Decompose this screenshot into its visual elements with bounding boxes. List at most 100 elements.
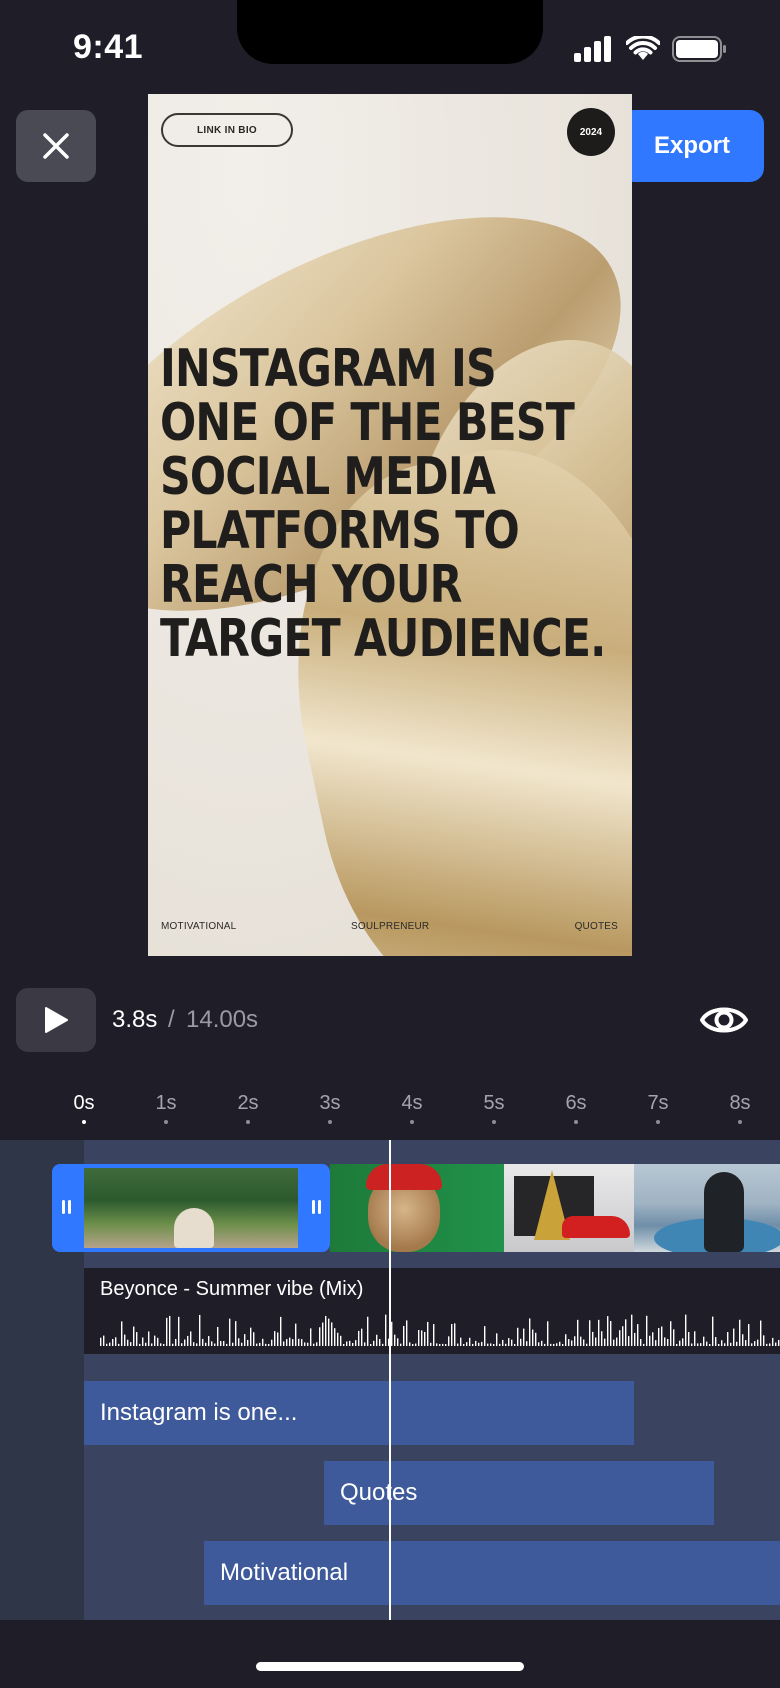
waveform-bar	[250, 1327, 252, 1346]
waveform-bar	[631, 1314, 633, 1346]
clip-trim-handle-right[interactable]	[310, 1194, 322, 1220]
waveform-bar	[100, 1337, 102, 1346]
waveform-bar	[514, 1343, 516, 1346]
waveform-bar	[718, 1343, 720, 1346]
headline-line: REACH YOUR	[160, 555, 462, 615]
waveform-bar	[364, 1342, 366, 1346]
waveform-bar	[118, 1343, 120, 1346]
waveform-bar	[433, 1324, 435, 1346]
ruler-tick: 5s	[483, 1092, 505, 1114]
waveform-bar	[415, 1343, 417, 1346]
waveform-bar	[253, 1332, 255, 1346]
ruler-tick: 6s	[565, 1092, 587, 1114]
ruler-tick: 7s	[647, 1092, 669, 1114]
waveform-bar	[292, 1339, 294, 1346]
waveform-bar	[700, 1343, 702, 1346]
waveform-bar	[490, 1343, 492, 1346]
waveform-bar	[463, 1343, 465, 1346]
waveform-bar	[178, 1316, 180, 1346]
waveform-bar	[172, 1343, 174, 1346]
waveform-bar	[502, 1339, 504, 1346]
clip-trim-handle-left[interactable]	[60, 1194, 72, 1220]
preview-headline: INSTAGRAM IS ONE OF THE BEST SOCIAL MEDI…	[160, 339, 606, 669]
waveform-bar	[346, 1341, 348, 1346]
video-clip-thumbnail[interactable]	[504, 1164, 634, 1252]
waveform-bar	[757, 1339, 759, 1346]
waveform-bar	[121, 1321, 123, 1346]
home-indicator[interactable]	[256, 1662, 524, 1671]
waveform-bar	[394, 1334, 396, 1346]
waveform-bar	[697, 1343, 699, 1346]
waveform-bar	[367, 1316, 369, 1346]
waveform-bar	[523, 1328, 525, 1346]
ruler-tick: 2s	[237, 1092, 259, 1114]
waveform-bar	[685, 1314, 687, 1346]
waveform-bar	[625, 1319, 627, 1346]
waveform-bar	[547, 1321, 549, 1346]
waveform-bar	[637, 1324, 639, 1346]
play-icon	[45, 1007, 68, 1033]
waveform-bar	[124, 1334, 126, 1346]
waveform-bar	[160, 1343, 162, 1346]
time-separator: /	[168, 1006, 175, 1033]
waveform-bar	[586, 1343, 588, 1346]
video-clip-thumbnail[interactable]	[330, 1164, 504, 1252]
video-clip-thumbnail[interactable]	[634, 1164, 780, 1252]
waveform-bar	[565, 1334, 567, 1346]
waveform-bar	[661, 1326, 663, 1346]
waveform-bar	[181, 1343, 183, 1346]
waveform-bar	[319, 1327, 321, 1346]
cellular-signal-icon	[574, 36, 611, 62]
waveform-bar	[505, 1343, 507, 1346]
play-button[interactable]	[16, 988, 96, 1052]
audio-track[interactable]: Beyonce - Summer vibe (Mix)	[84, 1268, 780, 1354]
playhead[interactable]	[389, 1140, 391, 1620]
waveform-bar	[406, 1320, 408, 1346]
waveform-bar	[772, 1337, 774, 1346]
waveform-bar	[103, 1335, 105, 1346]
waveform-bar	[742, 1334, 744, 1346]
waveform-bar	[244, 1334, 246, 1346]
waveform-bar	[316, 1342, 318, 1346]
waveform-bar	[358, 1330, 360, 1346]
waveform-bar	[727, 1332, 729, 1346]
waveform-bar	[691, 1343, 693, 1346]
waveform-bar	[163, 1343, 165, 1346]
waveform-bar	[706, 1341, 708, 1346]
headline-line: TARGET AUDIENCE.	[160, 609, 606, 669]
waveform-bar	[643, 1343, 645, 1346]
waveform-bar	[328, 1318, 330, 1346]
text-clip[interactable]: Quotes	[324, 1461, 714, 1525]
export-button[interactable]: Export	[620, 110, 764, 182]
waveform-bar	[496, 1333, 498, 1346]
waveform-bar	[151, 1343, 153, 1346]
waveform-bar	[748, 1324, 750, 1346]
close-button[interactable]	[16, 110, 96, 182]
waveform-bar	[616, 1337, 618, 1346]
waveform-bar	[271, 1339, 273, 1346]
text-clip[interactable]: Instagram is one...	[84, 1381, 634, 1445]
waveform-bar	[139, 1343, 141, 1346]
waveform-bar	[157, 1337, 159, 1346]
waveform-bar	[469, 1337, 471, 1346]
battery-icon	[672, 36, 726, 62]
waveform-bar	[442, 1343, 444, 1346]
preview-visibility-button[interactable]	[699, 1000, 749, 1045]
waveform-bar	[739, 1319, 741, 1346]
waveform-bar	[106, 1343, 108, 1346]
waveform-bar	[448, 1336, 450, 1346]
waveform-bar	[517, 1327, 519, 1346]
video-clip-thumbnail[interactable]	[84, 1168, 298, 1248]
video-preview[interactable]: LINK IN BIO 2024 INSTAGRAM IS ONE OF THE…	[148, 94, 632, 956]
close-icon	[43, 133, 69, 159]
waveform-bar	[487, 1343, 489, 1346]
waveform-bar	[655, 1340, 657, 1346]
headline-line: INSTAGRAM IS	[160, 339, 497, 399]
waveform-bar	[304, 1342, 306, 1346]
text-clip[interactable]: Motivational	[204, 1541, 780, 1605]
waveform-bar	[217, 1326, 219, 1346]
waveform-bar	[256, 1343, 258, 1346]
wifi-icon	[626, 36, 660, 60]
ruler-tick: 1s	[155, 1092, 177, 1114]
waveform-bar	[607, 1316, 609, 1346]
